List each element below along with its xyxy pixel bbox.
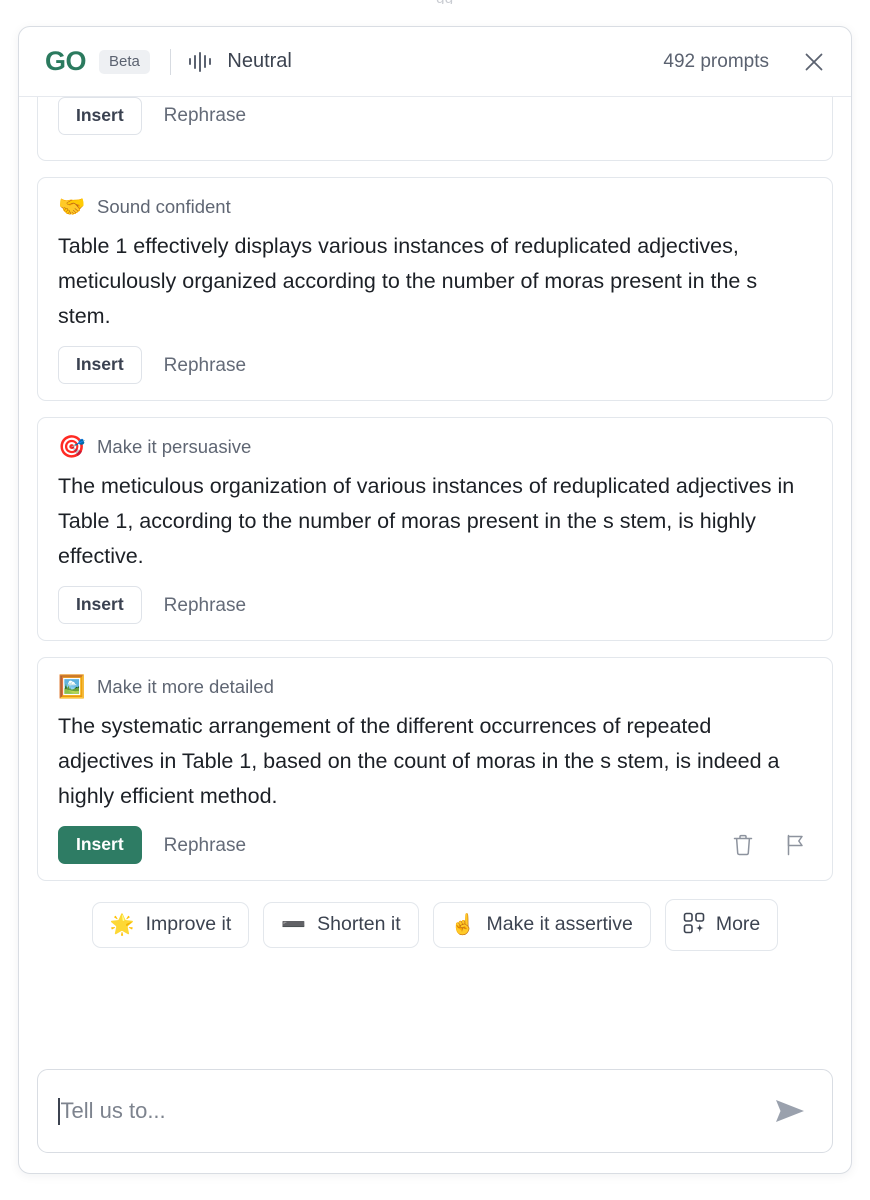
card-header: 🖼️ Make it more detailed xyxy=(58,673,812,699)
card-text: Table 1 effectively displays various ins… xyxy=(58,234,758,328)
quick-actions-row: 🌟 Improve it ➖ Shorten it ☝️ Make it ass… xyxy=(37,881,833,951)
quick-action-improve-it[interactable]: 🌟 Improve it xyxy=(91,901,250,948)
card-header: 🤝 Sound confident xyxy=(58,196,812,218)
glowing-star-emoji: 🌟 xyxy=(109,913,135,936)
card-header: 🎯 Make it persuasive xyxy=(58,433,812,459)
prompt-count: 492 prompts xyxy=(663,50,769,72)
rephrase-button[interactable]: Rephrase xyxy=(148,587,262,624)
card-text: The meticulous organization of various i… xyxy=(58,473,795,568)
card-text: The systematic arrangement of the differ… xyxy=(58,713,780,808)
prompt-placeholder: Tell us to... xyxy=(60,1098,166,1123)
tone-label[interactable]: Neutral xyxy=(227,50,291,73)
index-pointing-up-emoji: ☝️ xyxy=(450,913,476,936)
header-divider xyxy=(169,48,171,75)
text-caret xyxy=(58,1097,60,1125)
panel-header: GO Beta Neutral 492 prompts xyxy=(19,27,851,97)
waveform-icon[interactable] xyxy=(188,51,212,73)
heavy-minus-emoji: ➖ xyxy=(281,913,307,936)
beta-badge: Beta xyxy=(99,49,150,74)
card-actions: Insert Rephrase xyxy=(58,586,812,624)
go-assistant-panel: GO Beta Neutral 492 prompts Insert Rephr… xyxy=(18,26,852,1174)
insert-button[interactable]: Insert xyxy=(58,826,142,864)
rephrase-button[interactable]: Rephrase xyxy=(148,347,262,384)
handshake-emoji: 🤝 xyxy=(58,194,86,219)
card-title: Sound confident xyxy=(97,196,231,217)
background-document-text: · · · · · · · gg · · · · · xyxy=(0,0,870,4)
card-actions: Insert Rephrase xyxy=(58,346,812,384)
flag-icon[interactable] xyxy=(778,828,812,862)
composer-area: Tell us to... xyxy=(19,1051,851,1173)
suggestion-card-make-it-persuasive: 🎯 Make it persuasive The meticulous orga… xyxy=(37,416,833,641)
trash-icon[interactable] xyxy=(726,828,760,862)
more-grid-sparkle-icon xyxy=(683,912,705,938)
quick-action-make-it-assertive[interactable]: ☝️ Make it assertive xyxy=(432,901,651,948)
card-actions: Insert Rephrase xyxy=(58,826,812,864)
bullseye-emoji: 🎯 xyxy=(58,433,86,459)
chip-label: Shorten it xyxy=(317,913,401,936)
rephrase-button[interactable]: Rephrase xyxy=(148,97,262,134)
suggestion-card-make-it-more-detailed: 🖼️ Make it more detailed The systematic … xyxy=(37,656,833,881)
suggestions-list[interactable]: Insert Rephrase 🤝 Sound confident Table … xyxy=(19,97,851,1051)
card-title: Make it persuasive xyxy=(97,435,252,457)
framed-picture-emoji: 🖼️ xyxy=(58,673,86,699)
chip-label: Improve it xyxy=(145,913,232,936)
chip-label: Make it assertive xyxy=(486,913,633,936)
suggestion-card-sound-confident: 🤝 Sound confident Table 1 effectively di… xyxy=(37,177,833,401)
card-actions: Insert Rephrase xyxy=(58,97,262,135)
suggestion-card-clipped: Insert Rephrase xyxy=(37,97,833,161)
close-icon[interactable] xyxy=(799,47,829,77)
insert-button[interactable]: Insert xyxy=(58,97,142,135)
send-icon[interactable] xyxy=(770,1091,810,1131)
prompt-input[interactable]: Tell us to... xyxy=(37,1069,833,1153)
go-logo: GO xyxy=(45,46,87,76)
quick-action-shorten-it[interactable]: ➖ Shorten it xyxy=(263,901,419,948)
rephrase-button[interactable]: Rephrase xyxy=(148,827,262,864)
quick-action-more[interactable]: More xyxy=(664,898,779,951)
insert-button[interactable]: Insert xyxy=(58,346,142,384)
chip-label: More xyxy=(715,913,761,936)
insert-button[interactable]: Insert xyxy=(58,586,142,624)
card-title: Make it more detailed xyxy=(97,675,274,697)
